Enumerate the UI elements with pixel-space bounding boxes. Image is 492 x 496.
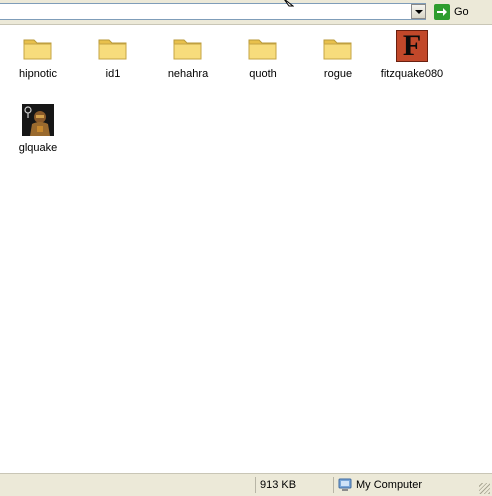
folder-quoth[interactable]: quoth	[228, 30, 298, 80]
go-arrow-icon	[434, 4, 450, 20]
resize-grip[interactable]	[479, 483, 490, 494]
status-zone-label: My Computer	[356, 479, 423, 491]
my-computer-icon	[338, 478, 352, 491]
fitzquake-app-icon: F	[396, 30, 428, 62]
item-label: rogue	[323, 68, 353, 80]
item-label: hipnotic	[19, 68, 57, 80]
item-label: glquake	[18, 142, 58, 154]
folder-id1[interactable]: id1	[78, 30, 148, 80]
address-input[interactable]	[0, 3, 426, 20]
folder-nehahra[interactable]: nehahra	[153, 30, 223, 80]
file-fitzquake080[interactable]: F fitzquake080	[377, 30, 447, 80]
folder-icon	[320, 30, 356, 66]
address-dropdown-button[interactable]	[411, 4, 426, 19]
go-button[interactable]: Go	[434, 3, 484, 21]
status-size: 913 KB	[255, 477, 333, 493]
item-label: nehahra	[167, 68, 209, 80]
folder-hipnotic[interactable]: hipnotic	[3, 30, 73, 80]
folder-icon	[95, 30, 131, 66]
item-label: quoth	[249, 68, 277, 80]
file-glquake[interactable]: glquake	[3, 104, 73, 154]
go-label: Go	[454, 6, 469, 18]
status-zone: My Computer	[333, 477, 483, 493]
status-bar: 913 KB My Computer	[0, 473, 492, 496]
mouse-cursor-icon	[284, 0, 294, 7]
folder-rogue[interactable]: rogue	[303, 30, 373, 80]
folder-icon	[245, 30, 281, 66]
glquake-app-icon	[22, 104, 54, 136]
item-label: fitzquake080	[380, 68, 444, 80]
address-bar: Go	[0, 0, 492, 25]
folder-icon	[20, 30, 56, 66]
folder-icon	[170, 30, 206, 66]
item-label: id1	[105, 68, 121, 80]
